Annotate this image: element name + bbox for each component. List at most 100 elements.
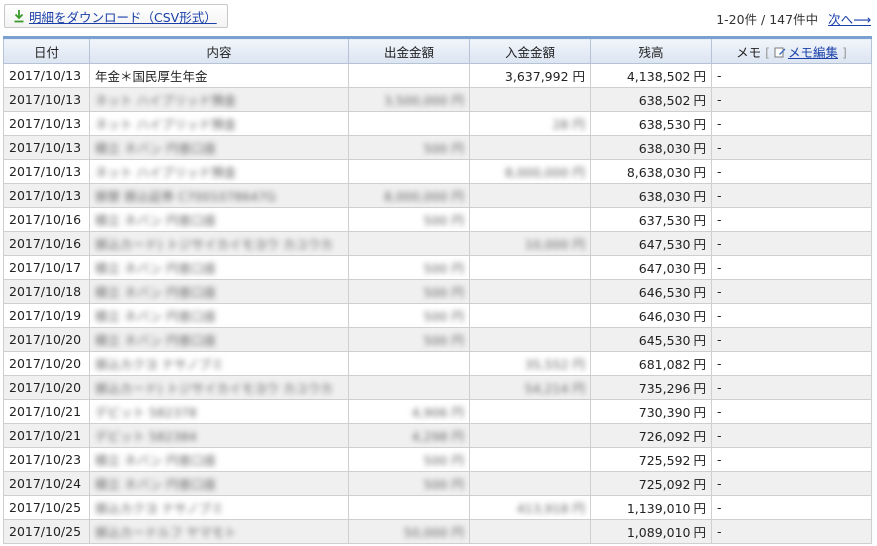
cell-memo: - [711, 87, 872, 112]
cell-deposit [469, 207, 591, 232]
cell-date-text: 2017/10/13 [9, 188, 82, 203]
cell-balance: 646,030 円 [590, 303, 712, 328]
table-row: 2017/10/13 ネット ハイブリッド預金 28 円 638,530 円 - [3, 111, 872, 136]
cell-date: 2017/10/25 [3, 519, 90, 544]
header-balance: 残高 [590, 36, 712, 64]
cell-balance-text: 1,139,010 [626, 501, 691, 516]
table-row: 2017/10/17 積立 ネバン 円普口座 500 円 647,030 円 - [3, 255, 872, 280]
cell-deposit [469, 327, 591, 352]
cell-deposit-text: 54,214 円 [524, 381, 585, 396]
table-row: 2017/10/13 積立 ネバン 円普口座 500 円 638,030 円 - [3, 135, 872, 160]
transactions-table: 日付 内容 出金金額 入金金額 残高 メモ [ メモ編集 ] 2017/10/1… [3, 36, 872, 544]
cell-memo-text: - [717, 524, 722, 539]
cell-deposit: 28 円 [469, 111, 591, 136]
next-page-link[interactable]: 次へ⟶ [828, 12, 871, 27]
table-row: 2017/10/13 振替 振込証券 C7001078647G 8,000,000 … [3, 183, 872, 208]
cell-deposit-text: 3,637,992 円 [504, 69, 585, 84]
currency-suffix: 円 [693, 213, 706, 228]
cell-withdrawal: 500 円 [348, 447, 470, 472]
header-deposit: 入金金額 [469, 36, 591, 64]
cell-balance-text: 645,530 [638, 333, 691, 348]
table-row: 2017/10/13 年金＊国民厚生年金 3,637,992 円 4,138,502 円… [3, 63, 872, 88]
cell-date: 2017/10/16 [3, 231, 90, 256]
cell-description-text: 積立 ネバン 円普口座 [95, 285, 217, 300]
currency-suffix: 円 [693, 117, 706, 132]
cell-date-text: 2017/10/13 [9, 92, 82, 107]
cell-memo: - [711, 495, 872, 520]
cell-withdrawal: 4,906 円 [348, 399, 470, 424]
cell-description: 振込カード) トジサイカイモヨウ カユウカ [89, 231, 349, 256]
cell-date-text: 2017/10/17 [9, 260, 82, 275]
cell-balance-text: 681,082 [638, 357, 691, 372]
cell-date-text: 2017/10/19 [9, 308, 82, 323]
cell-description: ネット ハイブリッド預金 [89, 159, 349, 184]
cell-balance: 730,390 円 [590, 399, 712, 424]
cell-balance: 4,138,502 円 [590, 63, 712, 88]
cell-date: 2017/10/23 [3, 447, 90, 472]
cell-deposit: 10,000 円 [469, 231, 591, 256]
currency-suffix: 円 [693, 69, 706, 84]
cell-deposit [469, 423, 591, 448]
cell-withdrawal-text: 8,000,000 円 [383, 189, 464, 204]
cell-date: 2017/10/21 [3, 399, 90, 424]
cell-withdrawal [348, 63, 470, 88]
cell-balance-text: 638,030 [638, 141, 691, 156]
table-row: 2017/10/21 デビット 582384 4,298 円 726,092 円 - [3, 423, 872, 448]
cell-balance-text: 726,092 [638, 429, 691, 444]
currency-suffix: 円 [693, 261, 706, 276]
cell-description: デビット 582384 [89, 423, 349, 448]
cell-memo: - [711, 183, 872, 208]
header-description: 内容 [89, 36, 349, 64]
cell-date: 2017/10/13 [3, 63, 90, 88]
cell-description-text: 積立 ネバン 円普口座 [95, 261, 217, 276]
cell-description-text: 積立 ネバン 円普口座 [95, 453, 217, 468]
cell-withdrawal: 8,000,000 円 [348, 183, 470, 208]
cell-balance: 725,092 円 [590, 471, 712, 496]
cell-balance: 638,030 円 [590, 135, 712, 160]
cell-memo: - [711, 135, 872, 160]
cell-deposit: 413,918 円 [469, 495, 591, 520]
cell-date: 2017/10/25 [3, 495, 90, 520]
cell-withdrawal: 50,000 円 [348, 519, 470, 544]
cell-deposit [469, 471, 591, 496]
cell-description-text: 振込カクヨ ナサノブミ [95, 357, 224, 372]
cell-withdrawal-text: 4,906 円 [411, 405, 464, 420]
table-header-row: 日付 内容 出金金額 入金金額 残高 メモ [ メモ編集 ] [3, 36, 872, 64]
cell-date: 2017/10/20 [3, 375, 90, 400]
cell-balance: 681,082 円 [590, 351, 712, 376]
cell-balance-text: 646,530 [638, 285, 691, 300]
header-memo: メモ [ メモ編集 ] [711, 36, 872, 64]
cell-memo-text: - [717, 476, 722, 491]
cell-memo-text: - [717, 332, 722, 347]
cell-withdrawal-text: 500 円 [423, 261, 464, 276]
cell-description-text: ネット ハイブリッド預金 [95, 93, 237, 108]
cell-balance: 638,502 円 [590, 87, 712, 112]
cell-memo: - [711, 447, 872, 472]
memo-edit-link[interactable]: メモ編集 [788, 45, 838, 60]
cell-deposit [469, 183, 591, 208]
cell-balance: 647,030 円 [590, 255, 712, 280]
cell-description: 積立 ネバン 円普口座 [89, 279, 349, 304]
cell-memo-text: - [717, 260, 722, 275]
table-row: 2017/10/20 振込カクヨ ナサノブミ 35,552 円 681,082 円 - [3, 351, 872, 376]
cell-balance-text: 1,089,010 [626, 525, 691, 540]
table-row: 2017/10/25 振込カクヨ ナサノブミ 413,918 円 1,139,010 円… [3, 495, 872, 520]
cell-date: 2017/10/20 [3, 327, 90, 352]
cell-withdrawal: 500 円 [348, 327, 470, 352]
cell-balance-text: 725,092 [638, 477, 691, 492]
currency-suffix: 円 [693, 453, 706, 468]
cell-withdrawal: 500 円 [348, 207, 470, 232]
cell-description-text: 振込カード) トジサイカイモヨウ カユウカ [95, 381, 333, 396]
cell-date-text: 2017/10/13 [9, 68, 82, 83]
cell-balance: 1,139,010 円 [590, 495, 712, 520]
cell-date-text: 2017/10/18 [9, 284, 82, 299]
cell-withdrawal: 4,298 円 [348, 423, 470, 448]
cell-description: ネット ハイブリッド預金 [89, 111, 349, 136]
cell-date-text: 2017/10/20 [9, 380, 82, 395]
cell-description-text: 年金＊国民厚生年金 [95, 69, 208, 84]
cell-description-text: 振込カードルフ ヤマモト [95, 525, 237, 540]
csv-download-button[interactable]: 明細をダウンロード（CSV形式） [4, 4, 228, 28]
cell-memo: - [711, 207, 872, 232]
cell-memo: - [711, 231, 872, 256]
cell-withdrawal-text: 500 円 [423, 477, 464, 492]
